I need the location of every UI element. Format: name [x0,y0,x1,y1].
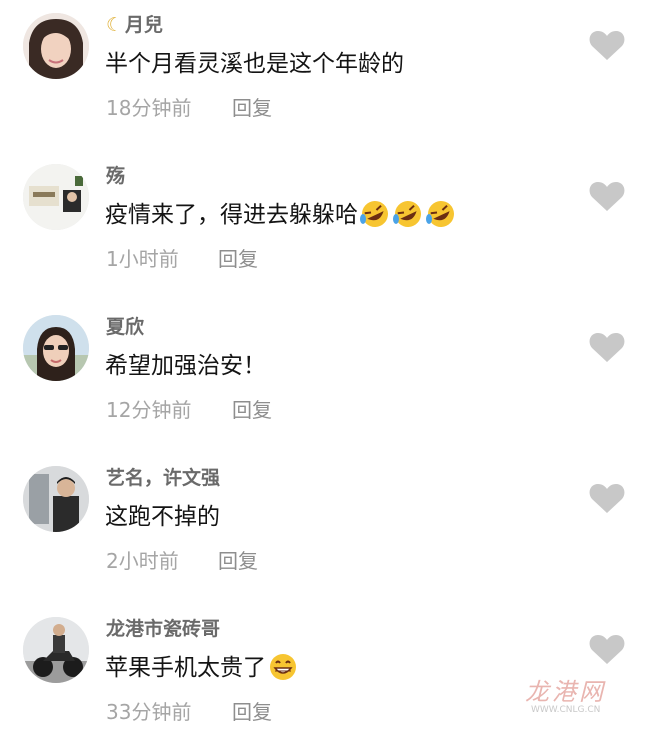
comment-text: 这跑不掉的 [105,504,220,530]
comment-item: ☾ 月兒 半个月看灵溪也是这个年龄的 18分钟前 回复 [0,0,650,150]
comment-text: 疫情来了，得进去躲躲哈 [105,195,457,229]
username[interactable]: 艺名，许文强 [106,463,220,490]
rolling-on-floor-laughing-emoji [393,201,421,227]
comment-text: 半个月看灵溪也是这个年龄的 [105,51,404,77]
watermark-url: WWW.CNLG.CN [531,705,601,715]
comment-text: 苹果手机太贵了 [105,648,299,682]
avatar[interactable] [23,164,89,230]
comment-time: 18分钟前 [106,96,192,120]
rolling-on-floor-laughing-emoji [360,201,388,227]
avatar[interactable] [23,315,89,381]
watermark-logo: 龙港网 [525,678,606,706]
username[interactable]: ☾ 月兒 [106,10,163,37]
comment-time: 1小时前 [106,247,179,271]
username[interactable]: 夏欣 [106,312,144,339]
heart-icon[interactable] [588,28,626,62]
rolling-on-floor-laughing-emoji [426,201,454,227]
username[interactable]: 殇 [106,161,125,188]
reply-button[interactable]: 回复 [218,243,258,272]
username[interactable]: 龙港市瓷砖哥 [106,614,220,641]
comment-item: 夏欣 希望加强治安！ 12分钟前 回复 [0,302,650,452]
watermark: 龙港网 WWW.CNLG.CN [525,672,615,722]
comment-text: 希望加强治安！ [105,353,266,379]
reply-button[interactable]: 回复 [218,545,258,574]
comment-time: 33分钟前 [106,700,192,724]
comment-item: 殇 疫情来了，得进去躲躲哈 1小时前 回复 [0,151,650,301]
comment-item: 艺名，许文强 这跑不掉的 2小时前 回复 [0,453,650,603]
reply-button[interactable]: 回复 [232,394,272,423]
heart-icon[interactable] [588,330,626,364]
reply-button[interactable]: 回复 [232,696,272,725]
grinning-emoji [270,654,296,680]
heart-icon[interactable] [588,179,626,213]
heart-icon[interactable] [588,632,626,666]
comment-time: 12分钟前 [106,398,192,422]
avatar[interactable] [23,466,89,532]
comment-time: 2小时前 [106,549,179,573]
heart-icon[interactable] [588,481,626,515]
avatar[interactable] [23,617,89,683]
reply-button[interactable]: 回复 [232,92,272,121]
crescent-moon-icon: ☾ [106,14,124,36]
avatar[interactable] [23,13,89,79]
